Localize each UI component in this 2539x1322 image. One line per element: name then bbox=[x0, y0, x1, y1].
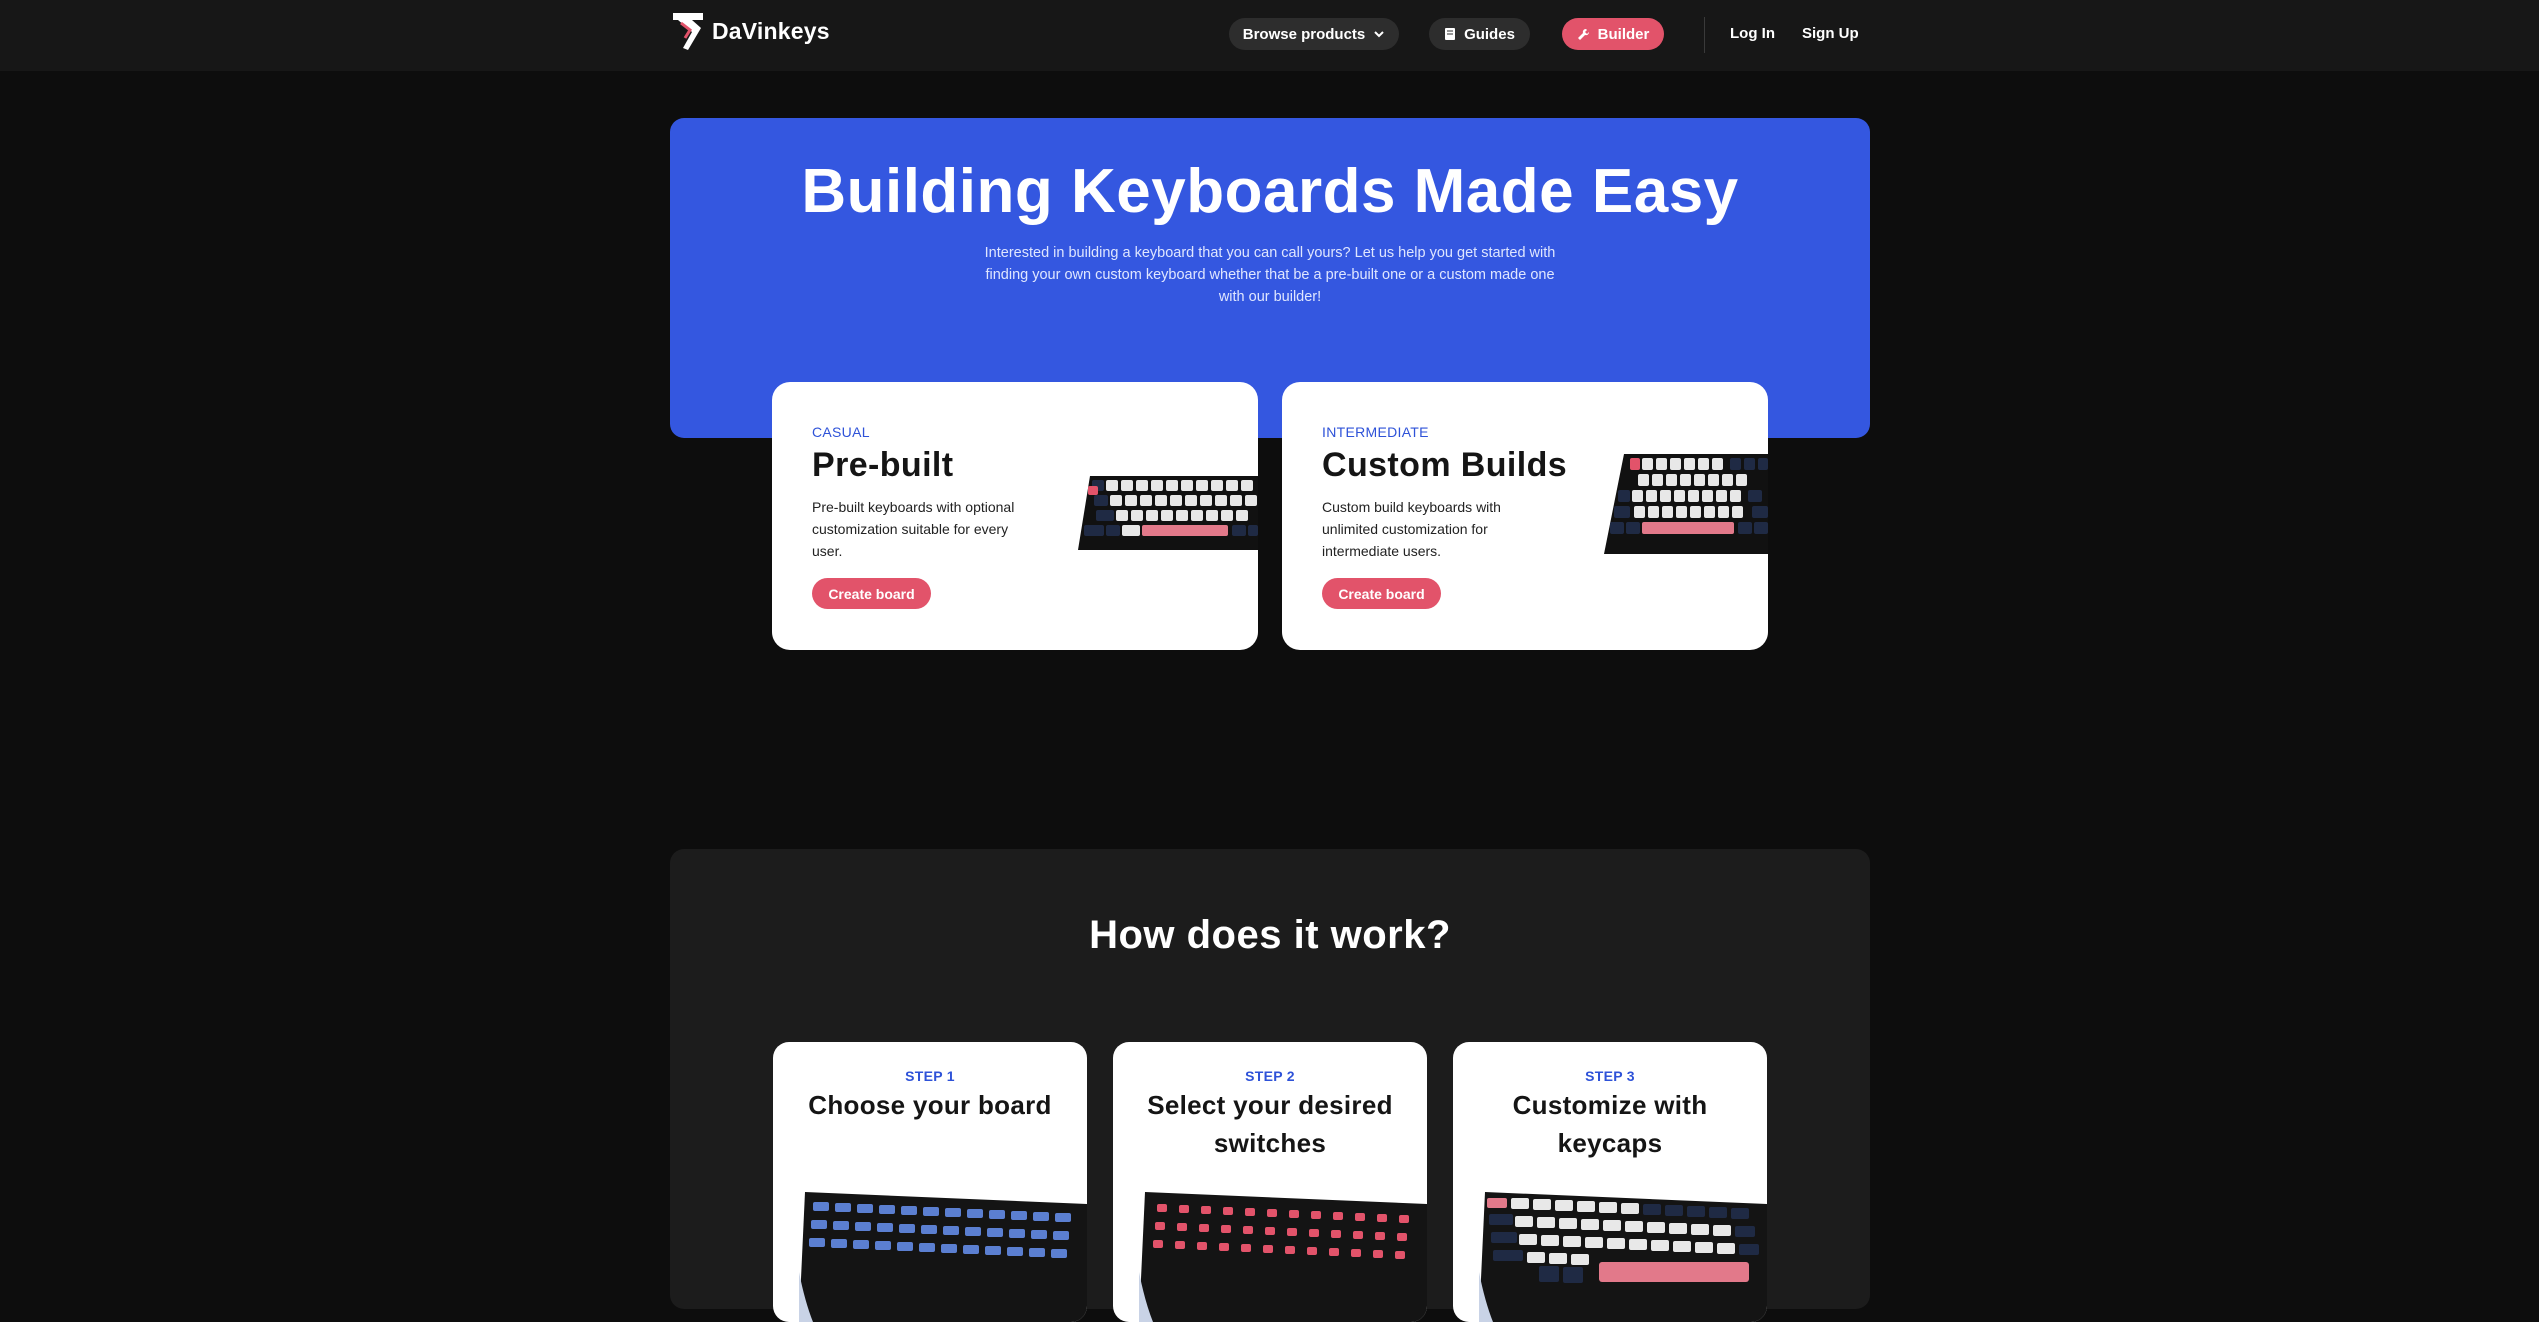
card-description: Custom build keyboards with unlimited cu… bbox=[1322, 499, 1501, 559]
davinkeys-logo-icon bbox=[673, 13, 703, 50]
brand-name: DaVinkeys bbox=[712, 17, 830, 44]
hero-subtitle: Interested in building a keyboard that y… bbox=[984, 245, 1556, 305]
keyboard-image bbox=[1139, 1192, 1427, 1322]
step-number: STEP 1 bbox=[905, 1068, 955, 1084]
keyboard-image bbox=[1479, 1192, 1767, 1322]
step-number: STEP 3 bbox=[1585, 1068, 1635, 1084]
login-link[interactable]: Log In bbox=[1730, 25, 1775, 42]
custom-builds-card[interactable]: INTERMEDIATE Custom Builds Custom build … bbox=[1282, 382, 1768, 650]
builder-label: Builder bbox=[1597, 25, 1650, 43]
create-board-button[interactable]: Create board bbox=[812, 578, 931, 609]
nav-divider bbox=[1704, 17, 1705, 53]
keyboard-image bbox=[1604, 454, 1768, 554]
section-title: How does it work? bbox=[1089, 913, 1451, 957]
browse-products-button[interactable]: Browse products bbox=[1229, 18, 1399, 50]
card-title: Custom Builds bbox=[1322, 446, 1568, 484]
prebuilt-card[interactable]: CASUAL Pre-built Pre-built keyboards wit… bbox=[772, 382, 1258, 650]
step-title: Customize with keycaps bbox=[1512, 1090, 1708, 1158]
signup-link[interactable]: Sign Up bbox=[1802, 25, 1859, 42]
how-it-works-section: How does it work? STEP 1 Choose your boa… bbox=[670, 849, 1870, 1322]
step-title: Select your desired switches bbox=[1147, 1090, 1393, 1158]
book-icon bbox=[1445, 28, 1456, 40]
chevron-down-icon bbox=[1374, 31, 1384, 38]
step-card: STEP 2 Select your desired switches bbox=[1113, 1042, 1427, 1322]
browse-products-label: Browse products bbox=[1242, 25, 1366, 43]
guides-button[interactable]: Guides bbox=[1429, 18, 1530, 50]
step-card: STEP 3 Customize with keycaps bbox=[1453, 1042, 1767, 1322]
top-nav: DaVinkeys Browse products Guides Builder… bbox=[0, 0, 2539, 71]
card-tag: INTERMEDIATE bbox=[1322, 424, 1429, 440]
brand-logo[interactable]: DaVinkeys bbox=[670, 10, 830, 52]
wrench-icon bbox=[1577, 28, 1589, 40]
hero-title: Building Keyboards Made Easy bbox=[801, 157, 1739, 226]
builder-button[interactable]: Builder bbox=[1562, 18, 1664, 50]
step-number: STEP 2 bbox=[1245, 1068, 1295, 1084]
keyboard-image bbox=[799, 1192, 1087, 1322]
card-description: Pre-built keyboards with optional custom… bbox=[812, 499, 1015, 559]
step-title: Choose your board bbox=[808, 1090, 1052, 1120]
card-title: Pre-built bbox=[812, 446, 954, 484]
keyboard-image bbox=[1078, 476, 1258, 550]
create-board-button[interactable]: Create board bbox=[1322, 578, 1441, 609]
card-tag: CASUAL bbox=[812, 424, 870, 440]
guides-label: Guides bbox=[1464, 25, 1515, 43]
step-card: STEP 1 Choose your board bbox=[773, 1042, 1087, 1322]
